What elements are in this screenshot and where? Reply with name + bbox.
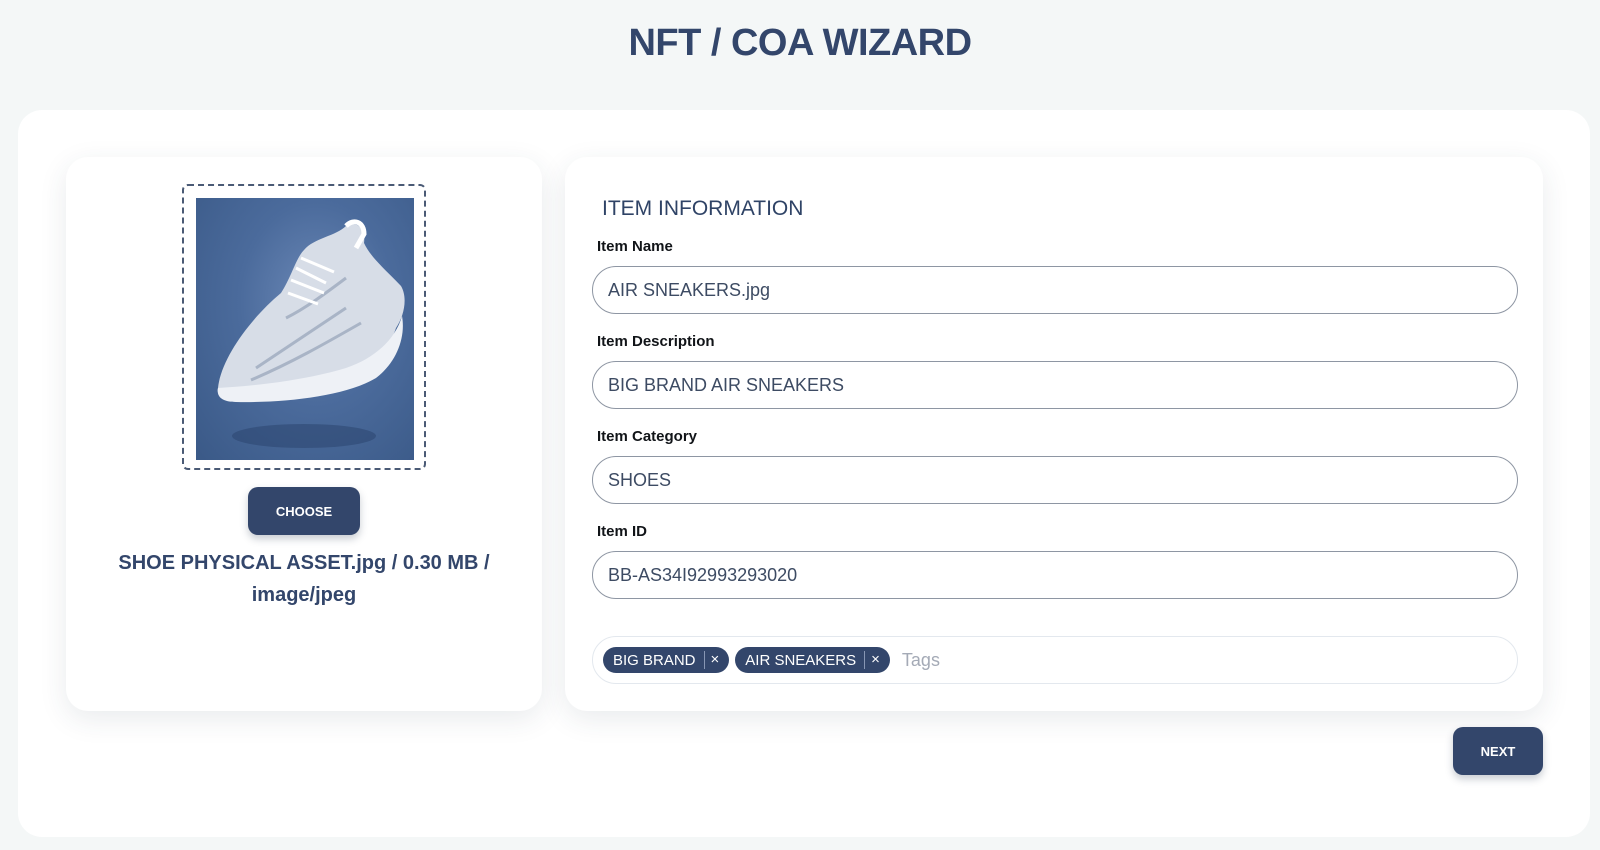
tag-chip-big-brand: BIG BRAND × bbox=[603, 647, 730, 673]
wizard-card: CHOOSE SHOE PHYSICAL ASSET.jpg / 0.30 MB… bbox=[18, 110, 1590, 837]
page-title: NFT / COA WIZARD bbox=[628, 22, 972, 64]
next-button[interactable]: NEXT bbox=[1453, 727, 1543, 775]
tag-label: BIG BRAND bbox=[613, 651, 696, 669]
sneaker-icon bbox=[217, 219, 405, 448]
item-id-input[interactable] bbox=[592, 551, 1518, 599]
sneaker-image bbox=[196, 198, 414, 460]
tags-field[interactable]: BIG BRAND × AIR SNEAKERS × bbox=[592, 636, 1518, 684]
asset-panel: CHOOSE SHOE PHYSICAL ASSET.jpg / 0.30 MB… bbox=[66, 157, 542, 711]
file-info: SHOE PHYSICAL ASSET.jpg / 0.30 MB / imag… bbox=[118, 552, 490, 606]
tag-label: AIR SNEAKERS bbox=[745, 651, 857, 669]
tag-chip-air-sneakers: AIR SNEAKERS × bbox=[735, 647, 890, 673]
item-information-panel: ITEM INFORMATION Item Name Item Descript… bbox=[565, 157, 1543, 711]
choose-button[interactable]: CHOOSE bbox=[248, 487, 360, 535]
item-description-input[interactable] bbox=[592, 361, 1518, 409]
tags-input[interactable] bbox=[899, 648, 1304, 672]
item-description-label: Item Description bbox=[597, 333, 715, 350]
item-name-label: Item Name bbox=[597, 238, 673, 255]
image-dropzone[interactable] bbox=[182, 184, 426, 470]
item-category-input[interactable] bbox=[592, 456, 1518, 504]
item-name-input[interactable] bbox=[592, 266, 1518, 314]
remove-tag-icon[interactable]: × bbox=[703, 651, 726, 669]
remove-tag-icon[interactable]: × bbox=[864, 651, 886, 669]
item-id-label: Item ID bbox=[597, 523, 648, 540]
item-category-label: Item Category bbox=[597, 428, 698, 445]
section-title: ITEM INFORMATION bbox=[602, 197, 804, 220]
